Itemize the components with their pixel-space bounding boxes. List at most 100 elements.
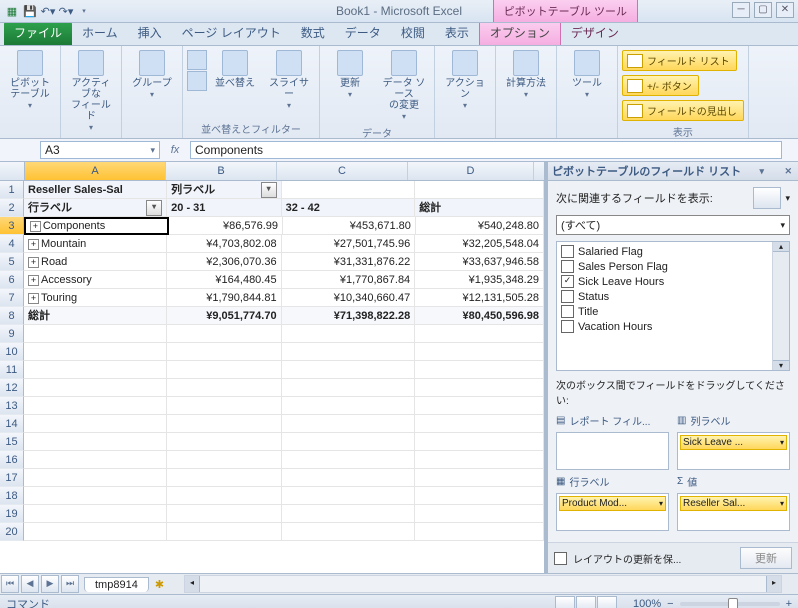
cell[interactable]	[24, 343, 167, 361]
actions-button[interactable]: アクション	[439, 48, 491, 113]
cell[interactable]: ¥1,935,348.29	[415, 271, 544, 289]
cell[interactable]: 行ラベル▾	[24, 199, 167, 217]
cell[interactable]: +Road	[24, 253, 167, 271]
cell[interactable]: ¥12,131,505.28	[415, 289, 544, 307]
zone-rows[interactable]: Product Mod...▾	[556, 493, 669, 531]
tab-home[interactable]: ホーム	[72, 21, 128, 45]
cell[interactable]	[24, 361, 167, 379]
row-header[interactable]: 13	[0, 397, 24, 415]
cell[interactable]	[24, 451, 167, 469]
cell[interactable]	[415, 523, 544, 541]
field-item[interactable]: Vacation Hours	[561, 319, 768, 334]
minimize-button[interactable]: ─	[732, 2, 750, 18]
expand-icon[interactable]: +	[30, 221, 41, 232]
cell[interactable]	[282, 505, 416, 523]
formula-input[interactable]: Components	[190, 141, 782, 159]
plusminus-toggle[interactable]: +/- ボタン	[622, 75, 699, 96]
tab-review[interactable]: 校閲	[391, 21, 435, 45]
cell[interactable]: 列ラベル▾	[167, 181, 281, 199]
cell[interactable]: ¥2,306,070.36	[167, 253, 281, 271]
row-header[interactable]: 4	[0, 235, 24, 253]
tools-button[interactable]: ツール	[561, 48, 613, 102]
tab-insert[interactable]: 挿入	[128, 21, 172, 45]
field-list-toggle[interactable]: フィールド リスト	[622, 50, 737, 71]
field-headers-toggle[interactable]: フィールドの見出し	[622, 100, 744, 121]
cell[interactable]	[167, 523, 281, 541]
checkbox[interactable]: ✓	[561, 275, 574, 288]
cell[interactable]	[415, 487, 544, 505]
zoom-in-button[interactable]: +	[786, 598, 792, 608]
defer-checkbox[interactable]	[554, 552, 567, 565]
row-header[interactable]: 15	[0, 433, 24, 451]
scrollbar[interactable]	[772, 242, 789, 370]
cell[interactable]	[24, 433, 167, 451]
fx-icon[interactable]: fx	[160, 139, 190, 161]
row-header[interactable]: 1	[0, 181, 24, 199]
field-item[interactable]: Salaried Flag	[561, 244, 768, 259]
change-datasource-button[interactable]: データ ソース の変更	[378, 48, 430, 124]
cell[interactable]	[24, 469, 167, 487]
filter-dropdown-icon[interactable]: ▾	[261, 182, 277, 198]
cell[interactable]	[415, 379, 544, 397]
save-icon[interactable]: 💾	[22, 3, 38, 19]
cell[interactable]	[415, 505, 544, 523]
cell[interactable]	[24, 397, 167, 415]
sort-asc-button[interactable]	[187, 50, 207, 70]
layout-options-button[interactable]	[753, 187, 781, 209]
pane-close-icon[interactable]: ✕	[782, 166, 794, 177]
cell[interactable]	[282, 433, 416, 451]
cell[interactable]: ¥9,051,774.70	[167, 307, 281, 325]
row-header[interactable]: 5	[0, 253, 24, 271]
cell[interactable]	[167, 451, 281, 469]
cell[interactable]	[415, 433, 544, 451]
cell[interactable]: +Mountain	[24, 235, 167, 253]
cell[interactable]: ¥27,501,745.96	[282, 235, 416, 253]
field-item[interactable]: Title	[561, 304, 768, 319]
zone-item-columns[interactable]: Sick Leave ...▾	[680, 435, 787, 450]
checkbox[interactable]	[561, 245, 574, 258]
row-header[interactable]: 16	[0, 451, 24, 469]
calculations-button[interactable]: 計算方法	[500, 48, 552, 102]
cell[interactable]: ¥32,205,548.04	[415, 235, 544, 253]
zone-item-rows[interactable]: Product Mod...▾	[559, 496, 666, 511]
row-header[interactable]: 18	[0, 487, 24, 505]
cell[interactable]	[24, 379, 167, 397]
cell[interactable]: ¥33,637,946.58	[415, 253, 544, 271]
row-header[interactable]: 2	[0, 199, 24, 217]
cell[interactable]: 32 - 42	[282, 199, 416, 217]
cell[interactable]: ¥80,450,596.98	[415, 307, 544, 325]
zone-item-values[interactable]: Reseller Sal...▾	[680, 496, 787, 511]
cell[interactable]	[415, 325, 544, 343]
row-header[interactable]: 9	[0, 325, 24, 343]
cell[interactable]	[415, 469, 544, 487]
pane-dropdown-icon[interactable]: ▾	[758, 166, 767, 177]
cell[interactable]	[282, 397, 416, 415]
chevron-down-icon[interactable]: ▾	[785, 193, 790, 204]
cell[interactable]: ¥71,398,822.28	[282, 307, 416, 325]
cell[interactable]: 20 - 31	[167, 199, 281, 217]
cell[interactable]	[167, 325, 281, 343]
field-item[interactable]: Sales Person Flag	[561, 259, 768, 274]
cell[interactable]: ¥540,248.80	[416, 217, 544, 235]
col-header-c[interactable]: C	[277, 162, 408, 180]
zone-values[interactable]: Reseller Sal...▾	[677, 493, 790, 531]
zone-filter[interactable]	[556, 432, 669, 470]
cell[interactable]	[282, 343, 416, 361]
col-header-d[interactable]: D	[408, 162, 534, 180]
cell[interactable]	[24, 415, 167, 433]
cell[interactable]: ¥31,331,876.22	[282, 253, 416, 271]
cell[interactable]	[415, 397, 544, 415]
cell[interactable]: 総計	[415, 199, 544, 217]
cell[interactable]	[282, 361, 416, 379]
cell[interactable]	[282, 379, 416, 397]
cell[interactable]	[167, 343, 281, 361]
checkbox[interactable]	[561, 320, 574, 333]
expand-icon[interactable]: +	[28, 293, 39, 304]
col-header-a[interactable]: A	[25, 162, 166, 180]
tab-data[interactable]: データ	[335, 21, 391, 45]
tab-page-layout[interactable]: ページ レイアウト	[172, 21, 291, 45]
select-all-corner[interactable]	[0, 162, 25, 180]
cell[interactable]	[415, 415, 544, 433]
cell[interactable]	[167, 487, 281, 505]
group-button[interactable]: グループ	[126, 48, 178, 102]
